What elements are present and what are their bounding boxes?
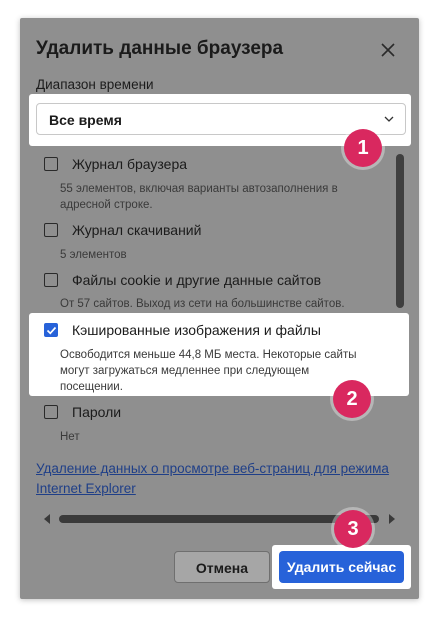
option-label: Кэшированные изображения и файлы	[72, 322, 321, 338]
checkbox-cookies[interactable]	[44, 273, 58, 287]
option-label: Журнал браузера	[72, 156, 188, 172]
option-label: Журнал скачиваний	[72, 222, 202, 238]
option-label: Пароли	[72, 404, 122, 420]
vertical-scrollbar[interactable]	[396, 154, 404, 308]
checkbox-download-history[interactable]	[44, 223, 58, 237]
scroll-left-icon[interactable]	[42, 513, 52, 525]
step-badge-2: 2	[333, 380, 371, 418]
checkbox-browsing-history[interactable]	[44, 157, 58, 171]
option-description: От 57 сайтов. Выход из сети на большинст…	[60, 298, 345, 310]
horizontal-scrollbar[interactable]	[59, 515, 379, 523]
option-description: Нет	[60, 431, 80, 443]
time-range-select[interactable]: Все время	[36, 103, 406, 135]
cancel-button[interactable]: Отмена	[174, 551, 270, 583]
delete-now-button[interactable]: Удалить сейчас	[279, 551, 404, 583]
checkbox-passwords[interactable]	[44, 405, 58, 419]
chevron-down-icon	[384, 116, 394, 122]
option-description: 5 элементов	[60, 249, 127, 261]
option-description: Освободится меньше 44,8 МБ места. Некото…	[60, 349, 357, 393]
step-badge-3: 3	[334, 510, 372, 548]
ie-mode-clear-link[interactable]: Удаление данных о просмотре веб-страниц …	[36, 459, 404, 499]
dialog-title: Удалить данные браузера	[36, 38, 284, 59]
scroll-right-icon[interactable]	[387, 513, 397, 525]
option-description: 55 элементов, включая варианты автозапол…	[60, 183, 338, 211]
close-icon[interactable]	[378, 40, 398, 60]
checkbox-cached-images[interactable]	[44, 323, 58, 337]
check-icon	[46, 326, 57, 335]
step-badge-1: 1	[344, 129, 382, 167]
option-label: Файлы cookie и другие данные сайтов	[72, 272, 322, 288]
time-range-value: Все время	[49, 112, 122, 128]
time-range-label: Диапазон времени	[36, 77, 154, 92]
